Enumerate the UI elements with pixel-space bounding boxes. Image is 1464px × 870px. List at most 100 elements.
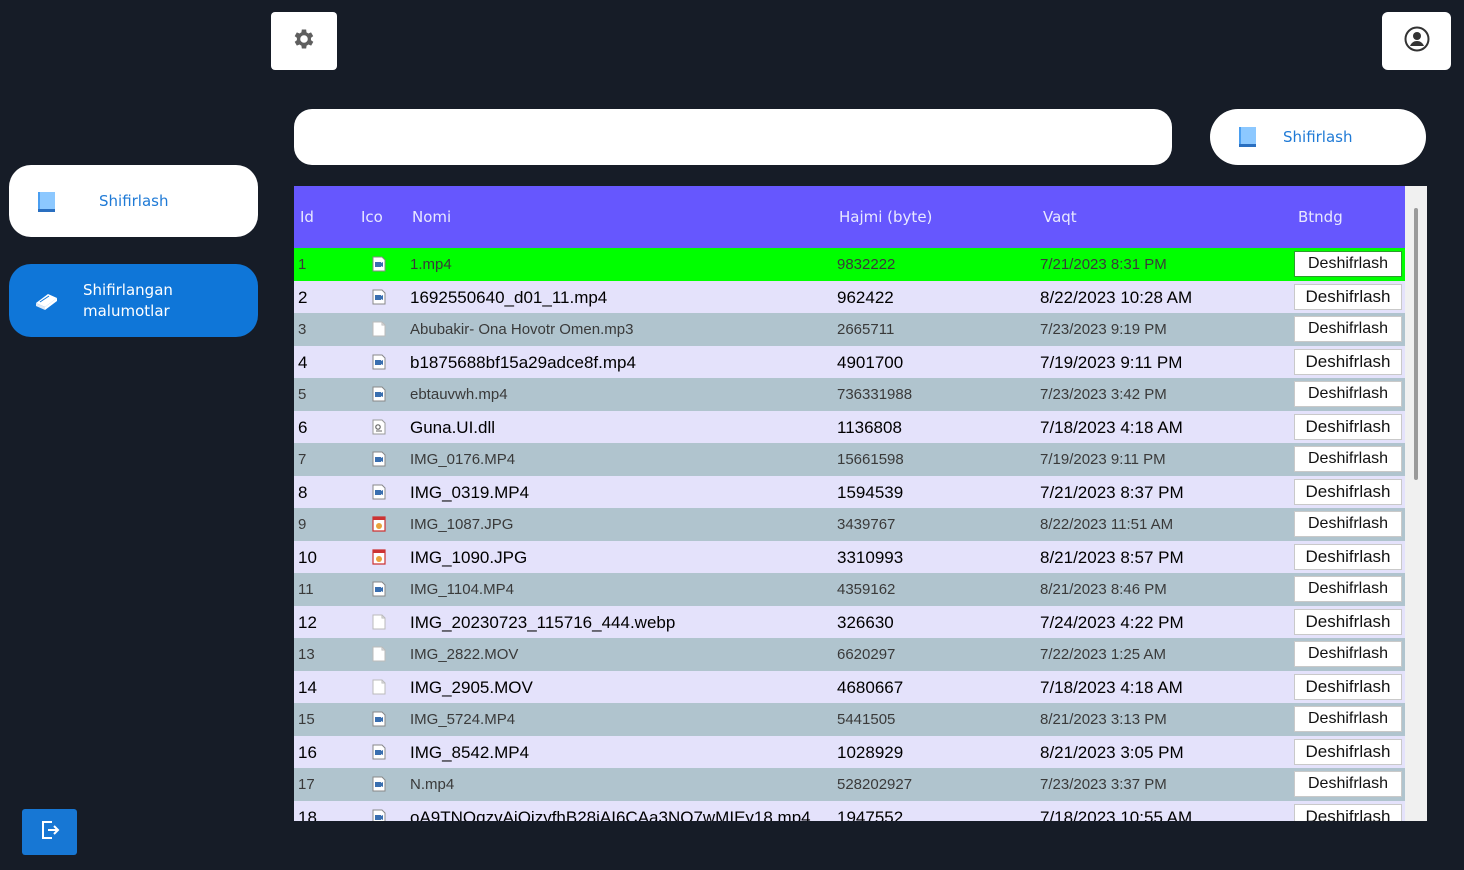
- table-row[interactable]: 3 Abubakir- Ona Hovotr Omen.mp3 2665711 7/2…: [294, 313, 1405, 346]
- cell-size: 15661598: [837, 451, 904, 468]
- cell-id: 10: [298, 547, 317, 567]
- column-header-time[interactable]: Vaqt: [1043, 208, 1077, 226]
- cell-size: 4359162: [837, 581, 896, 598]
- table-row[interactable]: 8 IMG_0319.MP4 1594539 7/21/2023 8:37 PM Des…: [294, 475, 1405, 509]
- table-row[interactable]: 11 IMG_1104.MP4 4359162 8/21/2023 8:46 PM De…: [294, 573, 1405, 606]
- column-header-name[interactable]: Nomi: [412, 208, 451, 226]
- table-row[interactable]: 1 1.mp4 9832222 7/21/2023 8:31 PM Deshifrlas…: [294, 248, 1405, 281]
- video-file-icon: [372, 256, 386, 272]
- encrypt-button[interactable]: Shifirlash: [1210, 109, 1426, 165]
- cell-size: 962422: [837, 287, 894, 307]
- cell-time: 7/22/2023 1:25 AM: [1040, 646, 1166, 663]
- table-row[interactable]: 10 IMG_1090.JPG 3310993 8/21/2023 8:57 PM De…: [294, 540, 1405, 574]
- column-header-size[interactable]: Hajmi (byte): [839, 208, 932, 226]
- dll-file-icon: [372, 419, 386, 435]
- decrypt-button[interactable]: Deshifrlash: [1294, 576, 1402, 602]
- encrypt-button-label: Shifirlash: [1283, 128, 1353, 146]
- cell-size: 4680667: [837, 677, 904, 697]
- vertical-scrollbar[interactable]: [1405, 186, 1427, 821]
- cell-name: Guna.UI.dll: [410, 417, 496, 437]
- scrollbar-thumb[interactable]: [1414, 208, 1418, 480]
- video-file-icon: [372, 451, 386, 467]
- table-row[interactable]: 2 1692550640_d01_11.mp4 962422 8/22/2023 10…: [294, 280, 1405, 314]
- logout-button[interactable]: [22, 809, 77, 855]
- table-row[interactable]: 12 IMG_20230723_115716_444.webp 326630 7/24…: [294, 605, 1405, 639]
- decrypt-button[interactable]: Deshifrlash: [1294, 348, 1402, 375]
- cell-name: ebtauvwh.mp4: [410, 386, 508, 403]
- open-book-icon: [33, 290, 59, 316]
- cell-size: 528202927: [837, 776, 913, 793]
- cell-name: IMG_1104.MP4: [410, 581, 514, 598]
- gear-icon: [291, 26, 317, 56]
- sidebar-item-label: Shifirlangan malumotlar: [83, 280, 203, 322]
- book-icon: [1238, 126, 1258, 152]
- table-row[interactable]: 17 N.mp4 528202927 7/23/2023 3:37 PM Deshifr…: [294, 768, 1405, 801]
- column-header-id[interactable]: Id: [300, 208, 314, 226]
- decrypt-button[interactable]: Deshifrlash: [1294, 316, 1402, 342]
- table-row[interactable]: 16 IMG_8542.MP4 1028929 8/21/2023 3:05 PM De…: [294, 735, 1405, 769]
- table-row[interactable]: 18 oA9TNQqzvAjQizvfhB28jAI6CAa3NQ7wMIEy18…: [294, 800, 1405, 822]
- video-file-icon: [372, 289, 386, 305]
- user-button[interactable]: [1382, 12, 1451, 70]
- cell-id: 9: [298, 516, 307, 533]
- column-header-button[interactable]: Btndg: [1298, 208, 1343, 226]
- table-row[interactable]: 14 IMG_2905.MOV 4680667 7/18/2023 4:18 AM De…: [294, 670, 1405, 704]
- cell-name: 1.mp4: [410, 256, 452, 273]
- table-row[interactable]: 15 IMG_5724.MP4 5441505 8/21/2023 3:13 PM De…: [294, 703, 1405, 736]
- decrypt-button[interactable]: Deshifrlash: [1294, 706, 1402, 732]
- sidebar-item-encrypted-data[interactable]: Shifirlangan malumotlar: [9, 264, 258, 337]
- cell-id: 12: [298, 612, 317, 632]
- cell-name: IMG_8542.MP4: [410, 742, 530, 762]
- cell-name: IMG_20230723_115716_444.webp: [410, 612, 676, 632]
- cell-time: 8/21/2023 3:05 PM: [1040, 742, 1184, 762]
- decrypt-button[interactable]: Deshifrlash: [1294, 738, 1402, 765]
- table-row[interactable]: 7 IMG_0176.MP4 15661598 7/19/2023 9:11 PM De…: [294, 443, 1405, 476]
- table-row[interactable]: 6 Guna.UI.dll 1136808 7/18/2023 4:18 AM Desh…: [294, 410, 1405, 444]
- cell-name: 1692550640_d01_11.mp4: [410, 287, 608, 307]
- cell-id: 17: [298, 776, 315, 793]
- decrypt-button[interactable]: Deshifrlash: [1294, 478, 1402, 505]
- cell-size: 3439767: [837, 516, 896, 533]
- table-row[interactable]: 4 b1875688bf15a29adce8f.mp4 4901700 7/19/20…: [294, 345, 1405, 379]
- decrypt-button[interactable]: Deshifrlash: [1294, 771, 1402, 797]
- search-input[interactable]: [294, 109, 1172, 165]
- cell-time: 7/19/2023 9:11 PM: [1040, 451, 1166, 468]
- cell-name: IMG_1087.JPG: [410, 516, 514, 533]
- decrypt-button[interactable]: Deshifrlash: [1294, 543, 1402, 570]
- decrypt-button[interactable]: Deshifrlash: [1294, 446, 1402, 472]
- sidebar-item-label: Shifirlash: [99, 192, 169, 210]
- decrypt-button[interactable]: Deshifrlash: [1294, 608, 1402, 635]
- decrypt-button[interactable]: Deshifrlash: [1294, 283, 1402, 310]
- cell-name: IMG_2905.MOV: [410, 677, 533, 697]
- book-icon: [37, 191, 57, 217]
- decrypt-button[interactable]: Deshifrlash: [1294, 641, 1402, 667]
- decrypt-button[interactable]: Deshifrlash: [1294, 673, 1402, 700]
- decrypt-button[interactable]: Deshifrlash: [1294, 511, 1402, 537]
- label-line-1: Shifirlangan: [83, 281, 173, 299]
- cell-time: 7/18/2023 10:55 AM: [1040, 807, 1193, 822]
- table-row[interactable]: 5 ebtauvwh.mp4 736331988 7/23/2023 3:42 PM D…: [294, 378, 1405, 411]
- decrypt-button[interactable]: Deshifrlash: [1294, 251, 1402, 277]
- column-header-icon[interactable]: Ico: [361, 208, 383, 226]
- cell-time: 8/21/2023 3:13 PM: [1040, 711, 1167, 728]
- sidebar-item-encrypt[interactable]: Shifirlash: [9, 165, 258, 237]
- table-row[interactable]: 9 IMG_1087.JPG 3439767 8/22/2023 11:51 AM De…: [294, 508, 1405, 541]
- cell-id: 2: [298, 287, 308, 307]
- blank-file-icon: [372, 646, 386, 662]
- cell-id: 8: [298, 482, 308, 502]
- cell-id: 16: [298, 742, 317, 762]
- cell-time: 8/22/2023 10:28 AM: [1040, 287, 1193, 307]
- cell-id: 3: [298, 321, 307, 338]
- decrypt-button[interactable]: Deshifrlash: [1294, 413, 1402, 440]
- cell-id: 18: [298, 807, 317, 822]
- table-row[interactable]: 13 IMG_2822.MOV 6620297 7/22/2023 1:25 AM De…: [294, 638, 1405, 671]
- cell-size: 2665711: [837, 321, 895, 338]
- cell-size: 1594539: [837, 482, 904, 502]
- video-file-icon: [372, 484, 386, 500]
- video-file-icon: [372, 386, 386, 402]
- decrypt-button[interactable]: Deshifrlash: [1294, 803, 1402, 821]
- cell-id: 6: [298, 417, 308, 437]
- settings-button[interactable]: [271, 12, 337, 70]
- decrypt-button[interactable]: Deshifrlash: [1294, 381, 1402, 407]
- cell-time: 7/23/2023 3:42 PM: [1040, 386, 1167, 403]
